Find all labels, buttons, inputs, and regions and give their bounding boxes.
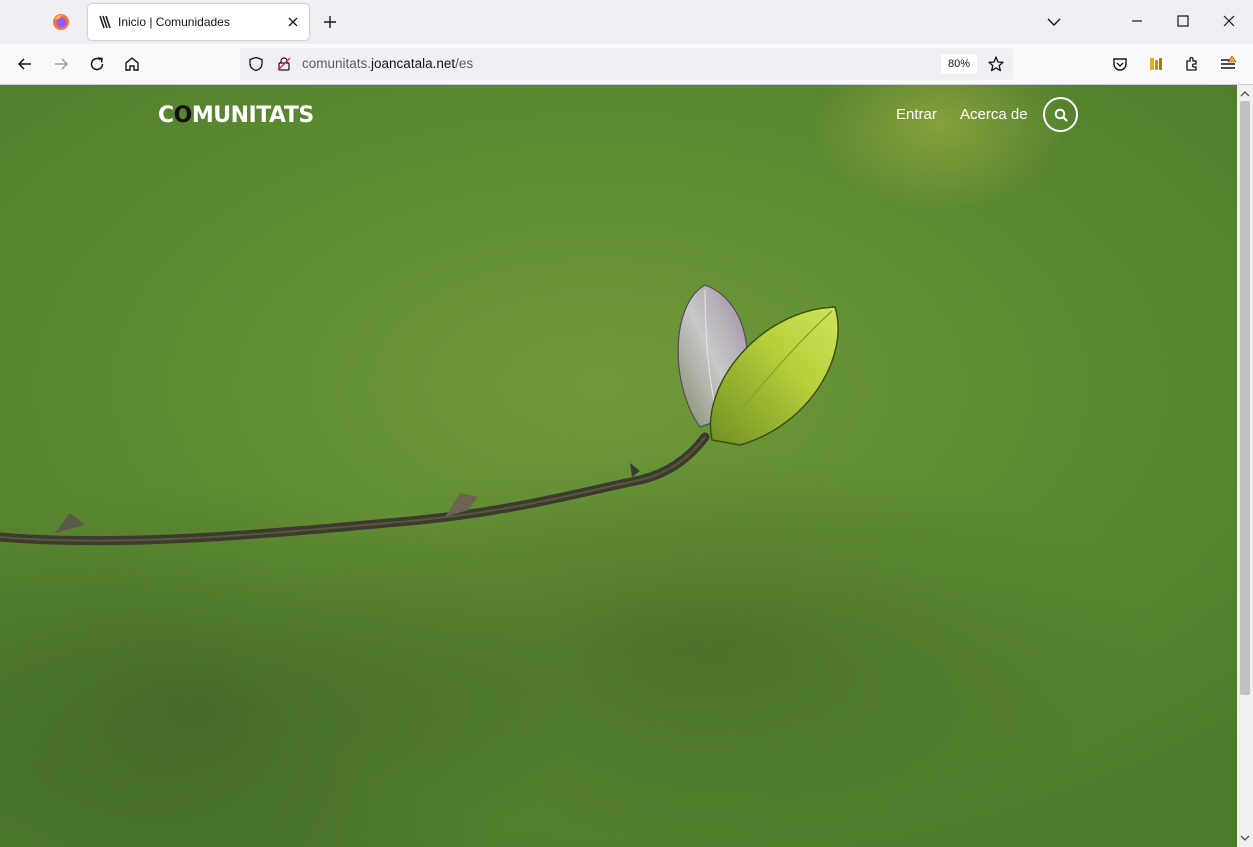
shield-icon[interactable] [248, 56, 264, 72]
window-close-icon[interactable] [1222, 14, 1236, 28]
scroll-down-icon[interactable] [1240, 833, 1250, 843]
puzzle-icon[interactable] [1183, 55, 1201, 73]
tab-active[interactable]: Inicio | Comunidades [88, 4, 309, 40]
comunitats-favicon-icon [99, 15, 111, 29]
url-prefix: comunitats. [302, 56, 372, 71]
logo-rest: MUNITATS [191, 103, 314, 128]
hero-image [0, 284, 839, 546]
navigation-toolbar: comunitats.joancatala.net/es 80% [0, 44, 1253, 85]
scroll-up-icon[interactable] [1240, 89, 1250, 99]
close-tab-icon[interactable] [285, 14, 301, 30]
back-icon[interactable] [16, 55, 34, 73]
site-logo[interactable]: COMUNITATS [158, 103, 314, 128]
tab-strip: Inicio | Comunidades [0, 0, 1253, 44]
about-link[interactable]: Acerca de [960, 106, 1028, 123]
new-tab-icon[interactable] [322, 14, 338, 30]
url-domain: joancatala.net [371, 56, 456, 71]
login-link[interactable]: Entrar [896, 106, 937, 123]
minimize-icon[interactable] [1130, 14, 1144, 28]
search-button[interactable] [1043, 97, 1078, 132]
firefox-logo-icon[interactable] [52, 13, 70, 31]
zoom-level-button[interactable]: 80% [941, 54, 978, 74]
forward-icon[interactable] [52, 55, 70, 73]
star-icon[interactable] [987, 55, 1005, 73]
url-path: /es [455, 56, 474, 71]
reload-icon[interactable] [88, 55, 106, 73]
page-viewport: COMUNITATS Entrar Acerca de [0, 85, 1237, 847]
logo-letter-c: C [158, 103, 174, 128]
url-text[interactable]: comunitats.joancatala.net/es [302, 56, 473, 71]
url-bar[interactable]: comunitats.joancatala.net/es 80% [240, 48, 1013, 80]
lock-icon[interactable] [276, 56, 292, 72]
maximize-icon[interactable] [1176, 14, 1190, 28]
list-all-tabs-icon[interactable] [1046, 14, 1062, 30]
tab-title: Inicio | Comunidades [118, 15, 230, 29]
home-icon[interactable] [123, 55, 141, 73]
search-icon [1054, 108, 1068, 122]
logo-letter-o: O [173, 103, 193, 128]
menu-icon[interactable] [1219, 55, 1237, 73]
scrollbar-thumb[interactable] [1240, 101, 1250, 695]
extension-icon[interactable] [1147, 55, 1165, 73]
page-scrollbar[interactable] [1237, 85, 1253, 847]
pocket-icon[interactable] [1111, 55, 1129, 73]
